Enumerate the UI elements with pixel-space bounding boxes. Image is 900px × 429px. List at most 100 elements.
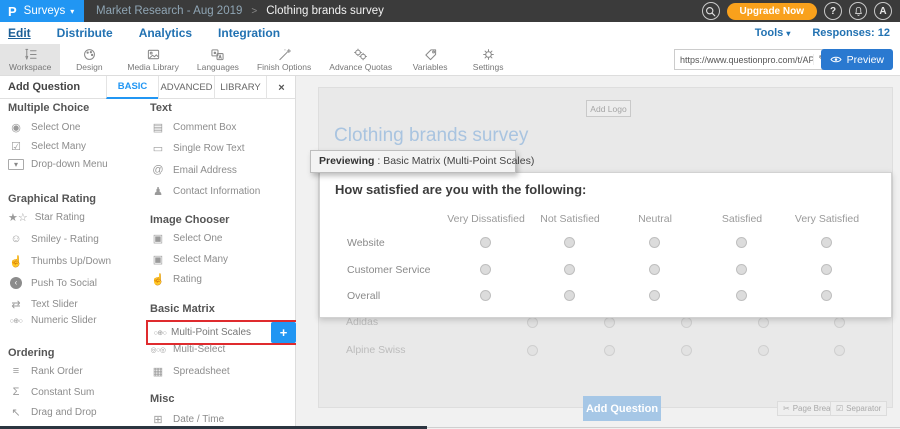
matrix-radio[interactable] — [649, 264, 660, 275]
topbar-actions: Upgrade Now ? A — [702, 0, 900, 22]
gears-icon — [353, 47, 368, 61]
share-icon: ‹ — [10, 277, 22, 289]
matrix-radio[interactable] — [564, 237, 575, 248]
nav-integration[interactable]: Integration — [205, 26, 293, 40]
matrix-radio[interactable] — [736, 237, 747, 248]
survey-canvas: Add Logo Clothing brands survey Adidas A… — [296, 76, 900, 426]
sigma-icon: Σ — [8, 386, 24, 398]
qtype-drag-and-drop[interactable]: ↖ Drag and Drop — [8, 406, 97, 419]
ghost-radio — [834, 317, 845, 328]
matrix-radio[interactable] — [736, 264, 747, 275]
qtype-image-rating[interactable]: ☝ Rating — [150, 273, 202, 286]
qtype-star-rating[interactable]: ★☆ Star Rating — [8, 211, 85, 224]
toolbar-item-settings[interactable]: Settings — [459, 44, 517, 75]
survey-url-field[interactable]: https://www.questionpro.com/t/APNrFZ ✎ — [674, 49, 832, 70]
qtype-date-time[interactable]: ⊞ Date / Time — [150, 413, 224, 426]
toolbar-item-variables[interactable]: Variables — [401, 44, 459, 75]
separator-button[interactable]: ☑ Separator — [830, 401, 887, 416]
eye-icon — [830, 55, 842, 64]
qtype-select-many[interactable]: ☑ Select Many — [8, 140, 86, 153]
toolbar-item-design[interactable]: Design — [60, 44, 118, 75]
checkbox-icon: ☑ — [8, 140, 24, 153]
multi-point-icon: ○⊕○ — [152, 329, 168, 337]
section-ordering: Ordering — [8, 347, 54, 359]
tab-advanced[interactable]: ADVANCED — [158, 76, 214, 99]
toolbar-item-advance-quotas[interactable]: Advance Quotas — [320, 44, 401, 75]
matrix-radio[interactable] — [649, 237, 660, 248]
matrix-radio[interactable] — [821, 264, 832, 275]
qtype-contact-information[interactable]: ♟ Contact Information — [150, 185, 260, 198]
nav-analytics[interactable]: Analytics — [126, 26, 205, 40]
responses-count[interactable]: Responses: 12 — [812, 27, 890, 39]
qtype-spreadsheet[interactable]: ▦ Spreadsheet — [150, 365, 230, 378]
qtype-image-select-one[interactable]: ▣ Select One — [150, 232, 222, 245]
qtype-push-to-social[interactable]: ‹ Push To Social — [8, 277, 97, 289]
matrix-row-label: Website — [347, 237, 385, 249]
preview-button[interactable]: Preview — [821, 49, 893, 70]
add-logo-button[interactable]: Add Logo — [586, 100, 631, 117]
slider-icon: ⇄ — [8, 298, 24, 311]
toolbar-item-languages[interactable]: Languages — [188, 44, 248, 75]
nav-edit[interactable]: Edit — [0, 26, 44, 40]
tab-basic[interactable]: BASIC — [106, 76, 158, 99]
tools-menu[interactable]: Tools ▾ — [755, 27, 791, 39]
section-multiple-choice: Multiple Choice — [8, 102, 89, 114]
multi-select-icon: ◎○◎ — [150, 346, 166, 354]
qtype-rank-order[interactable]: ≡ Rank Order — [8, 365, 83, 377]
qtype-constant-sum[interactable]: Σ Constant Sum — [8, 386, 94, 398]
nav-distribute[interactable]: Distribute — [44, 26, 126, 40]
radio-icon: ◉ — [8, 121, 24, 134]
upgrade-now-button[interactable]: Upgrade Now — [727, 3, 817, 20]
add-question-panel: Add Question BASIC ADVANCED LIBRARY × Mu… — [0, 76, 296, 426]
qtype-multi-select[interactable]: ◎○◎ Multi-Select — [150, 344, 225, 355]
matrix-radio[interactable] — [480, 237, 491, 248]
qtype-email-address[interactable]: @ Email Address — [150, 164, 237, 176]
person-icon: ♟ — [150, 185, 166, 198]
tab-library[interactable]: LIBRARY — [214, 76, 266, 99]
matrix-radio[interactable] — [480, 290, 491, 301]
panel-title: Add Question — [8, 81, 80, 93]
matrix-radio[interactable] — [649, 290, 660, 301]
help-button[interactable]: ? — [824, 2, 842, 20]
dropdown-icon: ▾ — [8, 159, 24, 170]
product-switcher[interactable]: P Surveys ▾ — [0, 0, 84, 22]
previewing-tooltip: Previewing : Basic Matrix (Multi-Point S… — [310, 150, 516, 173]
survey-url[interactable]: https://www.questionpro.com/t/APNrFZ — [675, 55, 813, 65]
breadcrumb-parent[interactable]: Market Research - Aug 2019 — [96, 5, 242, 17]
qtype-select-one[interactable]: ◉ Select One — [8, 121, 80, 134]
matrix-radio[interactable] — [480, 264, 491, 275]
chevron-down-icon: ▾ — [786, 29, 790, 38]
toolbar-item-finish-options[interactable]: Finish Options — [248, 44, 320, 75]
smiley-icon: ☺ — [8, 233, 24, 245]
qtype-numeric-slider[interactable]: ○⊕○ Numeric Slider — [8, 315, 97, 326]
qtype-text-slider[interactable]: ⇄ Text Slider — [8, 298, 78, 311]
toolbar-item-workspace[interactable]: Workspace — [0, 44, 60, 75]
qtype-single-row-text[interactable]: ▭ Single Row Text — [150, 142, 245, 155]
matrix-row-label: Overall — [347, 290, 380, 302]
ghost-radio — [681, 317, 692, 328]
matrix-radio[interactable] — [564, 290, 575, 301]
add-question-button[interactable]: Add Question — [583, 396, 661, 421]
qtype-multi-point-scales-highlighted[interactable]: ○⊕○ Multi-Point Scales + — [146, 320, 298, 345]
surveys-menu[interactable]: Surveys ▾ — [24, 5, 75, 17]
qtype-comment-box[interactable]: ▤ Comment Box — [150, 121, 236, 134]
toolbar-item-media-library[interactable]: Media Library — [118, 44, 188, 75]
magic-wand-icon — [277, 47, 292, 61]
matrix-radio[interactable] — [821, 237, 832, 248]
add-question-plus-button[interactable]: + — [271, 322, 296, 343]
matrix-radio[interactable] — [736, 290, 747, 301]
qtype-dropdown-menu[interactable]: ▾ Drop-down Menu — [8, 159, 108, 170]
palette-icon — [82, 47, 97, 61]
image-icon — [146, 47, 161, 61]
matrix-radio[interactable] — [564, 264, 575, 275]
search-button[interactable] — [702, 2, 720, 20]
column-header: Not Satisfied — [524, 213, 616, 225]
close-icon[interactable]: × — [266, 76, 296, 99]
qtype-image-select-many[interactable]: ▣ Select Many — [150, 253, 228, 266]
qtype-smiley-rating[interactable]: ☺ Smiley - Rating — [8, 233, 99, 245]
section-text: Text — [150, 102, 172, 114]
notifications-button[interactable] — [849, 2, 867, 20]
avatar[interactable]: A — [874, 2, 892, 20]
matrix-radio[interactable] — [821, 290, 832, 301]
qtype-thumbs-up-down[interactable]: ☝ Thumbs Up/Down — [8, 255, 111, 268]
